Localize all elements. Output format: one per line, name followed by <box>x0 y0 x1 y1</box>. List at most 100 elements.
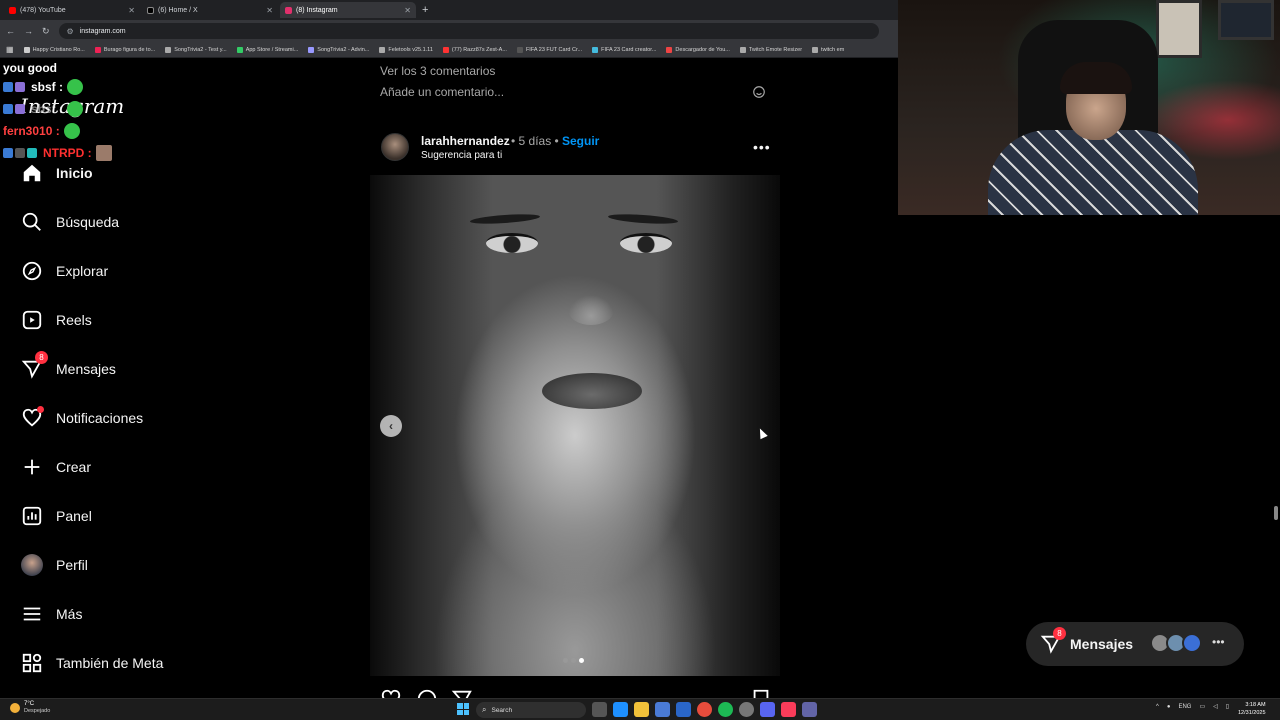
bookmark[interactable]: Happy Cristiano Ro... <box>23 46 85 53</box>
forward-icon[interactable]: → <box>24 26 33 36</box>
network-icon[interactable]: ▭ <box>1199 703 1205 710</box>
screen: (478) YouTube ✕ (6) Home / X ✕ (8) Insta… <box>0 0 1280 720</box>
sidebar-item-perfil[interactable]: Perfil <box>20 552 88 578</box>
clock[interactable]: 3:18 AM 12/31/2025 <box>1238 701 1266 717</box>
youtube-icon <box>9 6 16 14</box>
weather-desc: Despejado <box>24 708 51 714</box>
bookmark[interactable]: SongTrivia2 - Advin... <box>308 46 369 53</box>
follow-button[interactable]: Seguir <box>562 134 599 148</box>
close-icon[interactable]: ✕ <box>404 6 411 15</box>
taskbar-apps <box>592 702 817 717</box>
tab-label: (6) Home / X <box>158 6 198 14</box>
edge-icon[interactable] <box>613 702 628 717</box>
meta-apps-icon <box>20 651 44 675</box>
sidebar-item-crear[interactable]: Crear <box>20 454 91 480</box>
sidebar-item-label: Búsqueda <box>56 214 120 230</box>
site-info-icon[interactable]: ⚙ <box>67 27 74 36</box>
add-comment-input[interactable]: Añade un comentario... <box>380 85 504 99</box>
sidebar-item-label: Notificaciones <box>56 410 144 426</box>
bookmark[interactable]: SongTrivia2 - Test y... <box>165 46 227 53</box>
sidebar-item-busqueda[interactable]: Búsqueda <box>20 209 119 235</box>
badge-icon <box>15 104 25 114</box>
stream-chat-overlay: you good sbsf : sbsf : fern3010 : NTRPD … <box>3 60 243 164</box>
bookmark[interactable]: FIFA 23 Card creator... <box>592 46 656 53</box>
messenger-icon: 8 <box>20 351 48 381</box>
carousel-prev-button[interactable]: ‹ <box>380 415 402 437</box>
url-input[interactable]: ⚙ instagram.com <box>58 23 879 39</box>
new-tab-button[interactable]: + <box>422 4 428 16</box>
bookmark[interactable]: (77) Razz87s Zest-A... <box>442 46 507 53</box>
reload-icon[interactable]: ↻ <box>42 26 50 37</box>
chat-message: you good <box>3 61 57 75</box>
messages-floating-button[interactable]: 8 Mensajes ••• <box>1026 622 1244 666</box>
more-icon[interactable]: ••• <box>1212 635 1225 649</box>
sidebar-item-label: Más <box>56 606 83 622</box>
post-username[interactable]: larahhernandez <box>421 134 510 148</box>
settings-icon[interactable] <box>739 702 754 717</box>
tab-instagram[interactable]: (8) Instagram ✕ <box>280 2 416 18</box>
close-icon[interactable]: ✕ <box>128 6 135 15</box>
bookmark[interactable]: FIFA 23 FUT Card Cr... <box>516 46 582 53</box>
chrome-icon[interactable] <box>697 702 712 717</box>
scrollbar[interactable] <box>1274 506 1278 520</box>
weather-widget[interactable]: 7°C Despejado <box>10 701 50 715</box>
bookmark[interactable]: Descargador de You... <box>666 46 730 53</box>
badge-icon <box>3 148 13 158</box>
discord-icon[interactable] <box>760 702 775 717</box>
battery-icon[interactable]: ▯ <box>1226 703 1229 710</box>
chevron-up-icon[interactable]: ^ <box>1156 704 1159 710</box>
task-view-icon[interactable] <box>592 702 607 717</box>
music-icon[interactable] <box>781 702 796 717</box>
sidebar-item-meta[interactable]: También de Meta <box>20 650 163 676</box>
wall-frame <box>1218 0 1274 40</box>
teams-icon[interactable] <box>802 702 817 717</box>
bookmark[interactable]: App Store / Streami... <box>236 46 298 53</box>
chat-message: sbsf : <box>3 76 243 98</box>
mic-icon[interactable]: ● <box>1167 704 1171 710</box>
address-bar: ← → ↻ ⚙ instagram.com <box>0 20 898 42</box>
avatar[interactable] <box>381 133 409 161</box>
compass-icon <box>20 259 44 283</box>
explorer-icon[interactable] <box>634 702 649 717</box>
taskbar-search[interactable]: ⌕ Search <box>476 702 586 718</box>
bookmark[interactable]: Feletools v25.1.11 <box>379 46 433 53</box>
face-feature <box>486 233 538 253</box>
close-icon[interactable]: ✕ <box>266 6 273 15</box>
sidebar-item-panel[interactable]: Panel <box>20 503 92 529</box>
spotify-icon[interactable] <box>718 702 733 717</box>
view-comments-link[interactable]: Ver los 3 comentarios <box>380 64 495 78</box>
windows-taskbar: 7°C Despejado ⌕ Search ^ ● ENG ▭ ◁ ▯ 3:1… <box>0 698 1280 720</box>
language-indicator[interactable]: ENG <box>1178 704 1191 710</box>
badge-icon <box>3 104 13 114</box>
post-actions <box>380 688 770 710</box>
sidebar-item-notificaciones[interactable]: Notificaciones <box>20 405 143 431</box>
badge-icon <box>27 148 37 158</box>
sidebar-item-mensajes[interactable]: 8 Mensajes <box>20 351 116 382</box>
tab-x[interactable]: (6) Home / X ✕ <box>142 2 278 18</box>
unread-badge: 8 <box>1053 627 1066 640</box>
photos-icon[interactable] <box>655 702 670 717</box>
bookmark[interactable]: twitch em <box>812 46 844 53</box>
more-options-icon[interactable]: ••• <box>753 139 771 155</box>
emote-icon <box>67 101 84 117</box>
bookmark[interactable]: Twitch Emote Resizer <box>739 46 802 53</box>
bookmarks-bar: ▦ Happy Cristiano Ro... Burago figura de… <box>0 42 898 58</box>
sidebar-item-reels[interactable]: Reels <box>20 307 92 333</box>
tab-youtube[interactable]: (478) YouTube ✕ <box>4 2 140 18</box>
back-icon[interactable]: ← <box>6 26 15 36</box>
sidebar-item-mas[interactable]: Más <box>20 601 82 627</box>
sidebar-item-explorar[interactable]: Explorar <box>20 258 108 284</box>
bookmark[interactable]: Burago figura de to... <box>94 46 155 53</box>
search-icon: ⌕ <box>482 705 487 714</box>
webcam-overlay <box>898 0 1280 215</box>
volume-icon[interactable]: ◁ <box>1213 703 1218 710</box>
mail-icon[interactable] <box>676 702 691 717</box>
post-image[interactable] <box>370 175 780 676</box>
avatar <box>1182 633 1202 653</box>
carousel-dot <box>571 658 576 663</box>
sidebar-item-label: Panel <box>56 508 92 524</box>
apps-icon[interactable]: ▦ <box>6 45 14 54</box>
reels-icon <box>20 308 44 332</box>
emoji-icon[interactable] <box>752 85 766 99</box>
start-icon[interactable] <box>457 703 469 715</box>
